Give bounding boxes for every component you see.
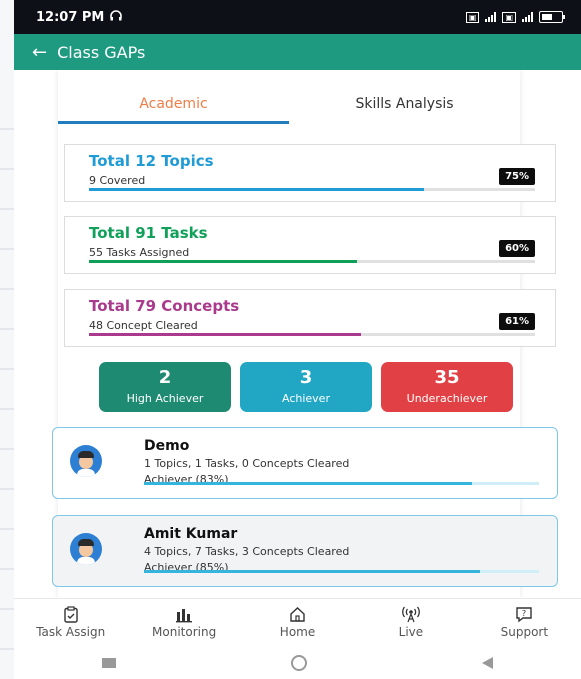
student-progress-track	[144, 482, 539, 485]
tasks-progress-track	[89, 260, 535, 263]
signal-icon-2	[522, 12, 533, 22]
nav-label: Monitoring	[152, 625, 217, 639]
svg-text:?: ?	[522, 609, 526, 618]
concepts-progress-fill	[89, 333, 362, 336]
topics-percent-badge: 75%	[499, 168, 535, 185]
home-icon	[241, 606, 354, 624]
status-bar: 12:07 PM ▣ ▣	[14, 0, 581, 34]
student-card-demo[interactable]: Demo 1 Topics, 1 Tasks, 0 Concepts Clear…	[52, 427, 558, 499]
student-avatar-icon	[70, 445, 102, 477]
tasks-title: Total 91 Tasks	[89, 224, 208, 242]
broadcast-icon	[354, 606, 467, 624]
nav-label: Support	[500, 625, 549, 639]
status-time: 12:07 PM	[36, 9, 105, 25]
chat-support-icon: ?	[468, 606, 581, 624]
headphones-icon	[110, 9, 123, 25]
achiever-label: Achiever	[282, 392, 330, 405]
underachiever-label: Underachiever	[406, 392, 488, 405]
student-progress-track	[144, 570, 539, 573]
page-title: Class GAPs	[57, 42, 146, 62]
student-stats: 1 Topics, 1 Tasks, 0 Concepts Cleared	[144, 457, 350, 470]
student-card-amit-kumar[interactable]: Amit Kumar 4 Topics, 7 Tasks, 3 Concepts…	[52, 515, 558, 587]
tab-academic[interactable]: Academic	[58, 86, 289, 124]
achievement-summary: 2 High Achiever 3 Achiever 35 Underachie…	[99, 362, 513, 412]
tasks-subtitle: 55 Tasks Assigned	[89, 246, 190, 259]
background-list	[0, 90, 14, 650]
system-navigation-bar	[14, 646, 581, 679]
nav-home[interactable]: Home	[241, 599, 354, 647]
battery-icon	[539, 11, 565, 23]
back-triangle-icon[interactable]	[482, 656, 494, 669]
achiever-count: 3	[299, 367, 313, 388]
topics-subtitle: 9 Covered	[89, 174, 146, 187]
underachiever-count: 35	[434, 367, 460, 388]
app-bar: ← Class GAPs	[14, 34, 581, 70]
underachiever-button[interactable]: 35 Underachiever	[381, 362, 513, 412]
main-content[interactable]: Academic Skills Analysis Total 12 Topics…	[14, 70, 581, 598]
nav-support[interactable]: ? Support	[468, 599, 581, 647]
concepts-subtitle: 48 Concept Cleared	[89, 319, 198, 332]
tasks-card: Total 91 Tasks 55 Tasks Assigned 60%	[64, 216, 556, 274]
status-right: ▣ ▣	[465, 11, 565, 23]
tab-skills-analysis[interactable]: Skills Analysis	[289, 86, 520, 124]
nav-live[interactable]: Live	[354, 599, 467, 647]
student-progress-fill	[144, 570, 480, 573]
student-progress-fill	[144, 482, 472, 485]
nav-label: Live	[398, 625, 424, 639]
bottom-navigation: Task Assign Monitoring Home Live ? Suppo…	[14, 598, 581, 647]
phone-screen: 12:07 PM ▣ ▣ ← Class GAPs Academic Skill…	[14, 0, 581, 679]
status-left: 12:07 PM	[36, 9, 123, 25]
nav-task-assign[interactable]: Task Assign	[14, 599, 127, 647]
volte-icon: ▣	[465, 11, 480, 23]
high-achiever-label: High Achiever	[126, 392, 204, 405]
home-circle-icon[interactable]	[290, 654, 307, 671]
tasks-progress-fill	[89, 260, 357, 263]
student-stats: 4 Topics, 7 Tasks, 3 Concepts Cleared	[144, 545, 350, 558]
volte-icon-2: ▣	[502, 11, 516, 23]
bar-chart-icon	[127, 606, 240, 624]
student-avatar-icon	[70, 533, 102, 565]
topics-progress-fill	[89, 188, 424, 191]
nav-label: Home	[279, 625, 316, 639]
nav-label: Task Assign	[36, 625, 106, 639]
concepts-percent-badge: 61%	[499, 313, 535, 330]
concepts-progress-track	[89, 333, 535, 336]
tab-bar: Academic Skills Analysis	[58, 86, 520, 124]
concepts-title: Total 79 Concepts	[89, 297, 240, 315]
topics-card: Total 12 Topics 9 Covered 75%	[64, 144, 556, 202]
signal-icon	[485, 12, 497, 22]
nav-monitoring[interactable]: Monitoring	[127, 599, 240, 647]
high-achiever-button[interactable]: 2 High Achiever	[99, 362, 231, 412]
recent-apps-icon[interactable]	[101, 657, 116, 668]
tasks-percent-badge: 60%	[499, 240, 535, 257]
back-arrow-icon[interactable]: ←	[32, 42, 47, 63]
achiever-button[interactable]: 3 Achiever	[240, 362, 372, 412]
high-achiever-count: 2	[158, 367, 172, 388]
clipboard-icon	[14, 606, 127, 624]
topics-progress-track	[89, 188, 535, 191]
student-name: Amit Kumar	[144, 526, 238, 542]
concepts-card: Total 79 Concepts 48 Concept Cleared 61%	[64, 289, 556, 347]
topics-title: Total 12 Topics	[89, 152, 214, 170]
student-name: Demo	[144, 438, 190, 454]
